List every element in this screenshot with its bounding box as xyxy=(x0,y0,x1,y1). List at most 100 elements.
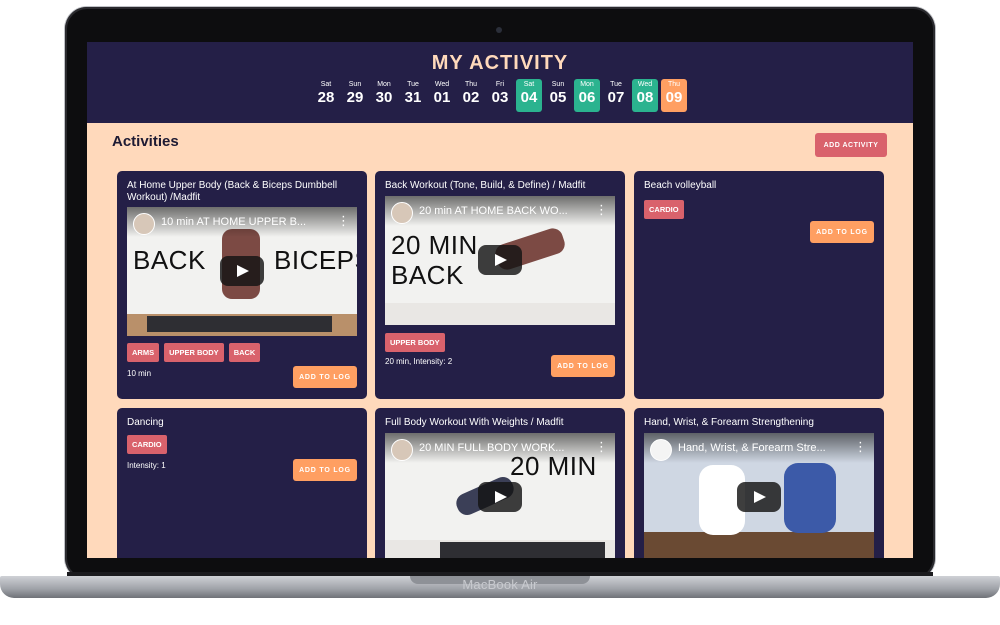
video-caption-right: BACK xyxy=(391,260,464,290)
day-item[interactable]: Fri 03 xyxy=(487,79,513,112)
day-date: 30 xyxy=(375,89,393,106)
day-name: Wed xyxy=(637,81,653,88)
day-item[interactable]: Tue 31 xyxy=(400,79,426,112)
day-item-today[interactable]: Thu 09 xyxy=(661,79,687,112)
channel-avatar[interactable] xyxy=(391,439,413,461)
play-icon[interactable] xyxy=(478,245,522,275)
video-title[interactable]: 10 min AT HOME UPPER B... xyxy=(161,216,336,228)
page-title: MY ACTIVITY xyxy=(431,52,569,74)
add-to-log-button[interactable]: ADD TO LOG xyxy=(551,355,615,377)
video-table xyxy=(644,532,874,558)
day-name: Mon xyxy=(580,81,594,88)
day-item-active[interactable]: Mon 06 xyxy=(574,79,600,112)
add-activity-button[interactable]: ADD ACTIVITY xyxy=(815,133,887,157)
laptop-brand: MacBook Air xyxy=(462,577,538,592)
day-date: 03 xyxy=(491,89,509,106)
video-thumbnail[interactable]: BACK BICEPS 10 min AT HOME UPPER B... ⋮ xyxy=(127,207,357,336)
add-to-log-button[interactable]: ADD TO LOG xyxy=(810,221,874,243)
day-date: 31 xyxy=(404,89,422,106)
activity-meta: 20 min, Intensity: 2 xyxy=(385,357,453,366)
activity-card: Dancing CARDIO Intensity: 1 ADD TO LOG xyxy=(117,408,367,558)
app-screen: MY ACTIVITY Sat 28 Sun 29 Mon 30 Tue 31 Wed 0… xyxy=(87,42,913,558)
more-options-icon[interactable]: ⋮ xyxy=(595,202,608,218)
tag-list: CARDIO xyxy=(644,200,684,219)
add-to-log-button[interactable]: ADD TO LOG xyxy=(293,366,357,388)
day-item[interactable]: Sun 29 xyxy=(342,79,368,112)
tag-list: CARDIO xyxy=(127,435,167,454)
video-thumbnail[interactable]: Hand, Wrist, & Forearm Stre... ⋮ xyxy=(644,433,874,558)
day-name: Tue xyxy=(407,81,419,88)
video-mat xyxy=(147,316,332,332)
channel-avatar[interactable] xyxy=(133,213,155,235)
more-options-icon[interactable]: ⋮ xyxy=(337,213,350,229)
tag-badge: BACK xyxy=(228,343,261,362)
tag-badge: UPPER BODY xyxy=(385,333,445,352)
day-name: Thu xyxy=(667,81,681,88)
channel-avatar[interactable] xyxy=(650,439,672,461)
day-date: 06 xyxy=(578,89,596,106)
day-item[interactable]: Sun 05 xyxy=(545,79,571,112)
video-mat xyxy=(440,542,605,558)
day-item[interactable]: Thu 02 xyxy=(458,79,484,112)
day-item[interactable]: Wed 01 xyxy=(429,79,455,112)
play-icon[interactable] xyxy=(220,256,264,286)
tag-badge: UPPER BODY xyxy=(164,343,224,362)
video-thumbnail[interactable]: 20 MIN 20 MIN FULL BODY WORK... ⋮ xyxy=(385,433,615,558)
day-item[interactable]: Tue 07 xyxy=(603,79,629,112)
day-item-active[interactable]: Wed 08 xyxy=(632,79,658,112)
activities-heading: Activities xyxy=(112,133,179,150)
activity-title: Hand, Wrist, & Forearm Strengthening xyxy=(644,417,814,428)
video-caption-left: BACK xyxy=(133,245,206,275)
day-name: Mon xyxy=(377,81,391,88)
activity-title: At Home Upper Body (Back & Biceps Dumbbe… xyxy=(127,180,338,203)
video-person xyxy=(784,463,836,533)
video-title[interactable]: 20 min AT HOME BACK WO... xyxy=(419,205,594,217)
day-date: 09 xyxy=(665,89,683,106)
activity-card: Hand, Wrist, & Forearm Strengthening Han… xyxy=(634,408,884,558)
tag-badge: CARDIO xyxy=(127,435,167,454)
video-caption-left: 20 MIN xyxy=(391,230,478,260)
tag-badge: CARDIO xyxy=(644,200,684,219)
activity-title: Back Workout (Tone, Build, & Define) / M… xyxy=(385,180,586,191)
video-title[interactable]: 20 MIN FULL BODY WORK... xyxy=(419,442,594,454)
day-date: 08 xyxy=(636,89,654,106)
channel-avatar[interactable] xyxy=(391,202,413,224)
video-thumbnail[interactable]: 20 MIN BACK 20 min AT HOME BACK WO... ⋮ xyxy=(385,196,615,325)
day-name: Sun xyxy=(348,81,362,88)
day-item-active[interactable]: Sat 04 xyxy=(516,79,542,112)
day-name: Fri xyxy=(495,81,505,88)
day-name: Sat xyxy=(320,81,332,88)
tag-list: UPPER BODY xyxy=(385,333,445,352)
day-name: Sun xyxy=(551,81,565,88)
day-date: 05 xyxy=(549,89,567,106)
activity-card: Full Body Workout With Weights / Madfit … xyxy=(375,408,625,558)
activity-card: At Home Upper Body (Back & Biceps Dumbbe… xyxy=(117,171,367,399)
day-date: 02 xyxy=(462,89,480,106)
day-name: Wed xyxy=(434,81,450,88)
more-options-icon[interactable]: ⋮ xyxy=(854,439,867,455)
camera xyxy=(496,27,502,33)
video-caption-right: BICEPS xyxy=(274,245,357,275)
activity-meta: Intensity: 1 xyxy=(127,461,166,470)
play-icon[interactable] xyxy=(737,482,781,512)
activity-card: Beach volleyball CARDIO ADD TO LOG xyxy=(634,171,884,399)
activity-meta: 10 min xyxy=(127,369,152,378)
more-options-icon[interactable]: ⋮ xyxy=(595,439,608,455)
day-date: 01 xyxy=(433,89,451,106)
day-name: Sat xyxy=(523,81,535,88)
activity-title: Full Body Workout With Weights / Madfit xyxy=(385,417,564,428)
video-title[interactable]: Hand, Wrist, & Forearm Stre... xyxy=(678,442,853,454)
activity-title: Dancing xyxy=(127,417,164,428)
day-date: 28 xyxy=(317,89,335,106)
tag-list: ARMS UPPER BODY BACK xyxy=(127,343,261,362)
day-item[interactable]: Mon 30 xyxy=(371,79,397,112)
day-date: 07 xyxy=(607,89,625,106)
day-item[interactable]: Sat 28 xyxy=(313,79,339,112)
add-to-log-button[interactable]: ADD TO LOG xyxy=(293,459,357,481)
activity-card: Back Workout (Tone, Build, & Define) / M… xyxy=(375,171,625,399)
play-icon[interactable] xyxy=(478,482,522,512)
day-selector: Sat 28 Sun 29 Mon 30 Tue 31 Wed 01 Thu 02 Fri 0… xyxy=(313,79,687,112)
day-name: Thu xyxy=(464,81,478,88)
tag-badge: ARMS xyxy=(127,343,160,362)
header: MY ACTIVITY Sat 28 Sun 29 Mon 30 Tue 31 Wed 0… xyxy=(87,42,913,123)
